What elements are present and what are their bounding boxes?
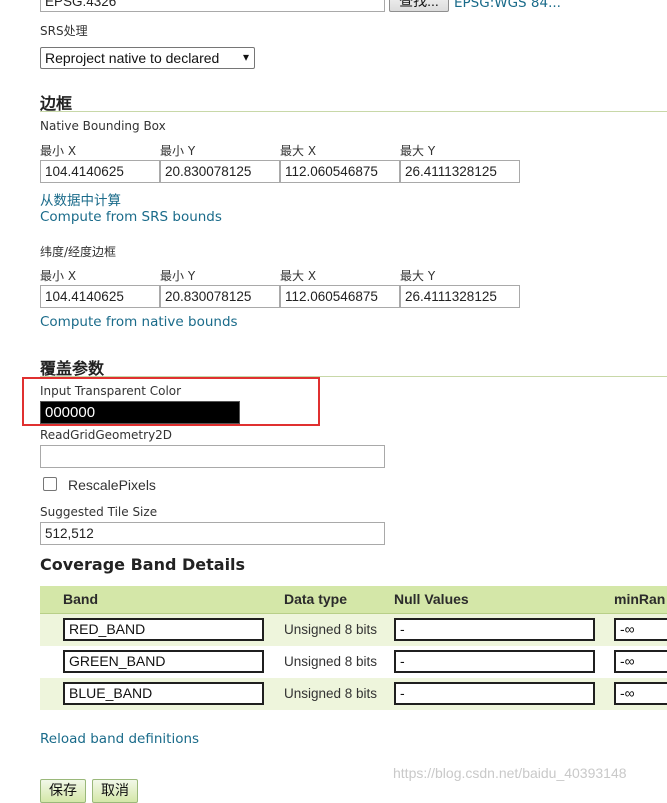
native-bbox-label: Native Bounding Box (40, 119, 166, 133)
band-name-input[interactable]: GREEN_BAND (63, 650, 264, 673)
null-values-input[interactable]: - (394, 650, 595, 673)
rescale-label: RescalePixels (68, 477, 156, 493)
native-minx-label: 最小 X (40, 144, 77, 158)
srs-handling-selected: Reproject native to declared (45, 50, 220, 66)
rescale-checkbox[interactable] (43, 477, 57, 491)
latlon-maxx-label: 最大 X (280, 269, 317, 283)
latlon-miny-input[interactable]: 20.830078125 (160, 285, 280, 308)
min-range-input[interactable]: -∞ (614, 682, 667, 705)
srs-handling-select[interactable]: Reproject native to declared ▾ (40, 47, 255, 69)
minrange-col-header: minRan (614, 591, 666, 607)
datatype-col-header: Data type (284, 591, 348, 607)
read-grid-input[interactable] (40, 445, 385, 468)
band-datatype: Unsigned 8 bits (284, 622, 378, 637)
latlon-maxx-input[interactable]: 112.060546875 (280, 285, 400, 308)
read-grid-label: ReadGridGeometry2D (40, 428, 173, 442)
save-button[interactable]: 保存 (40, 779, 86, 803)
bbox-section-divider (40, 111, 667, 112)
tile-size-input[interactable]: 512,512 (40, 522, 385, 545)
latlon-minx-label: 最小 X (40, 269, 77, 283)
bands-section-title: Coverage Band Details (40, 555, 246, 574)
native-miny-input[interactable]: 20.830078125 (160, 160, 280, 183)
bands-table-header (40, 586, 667, 614)
band-datatype: Unsigned 8 bits (284, 686, 378, 701)
nullvalues-col-header: Null Values (394, 591, 469, 607)
native-minx-input[interactable]: 104.4140625 (40, 160, 160, 183)
transparent-color-input[interactable]: 000000 (40, 401, 240, 424)
srs-handling-label: SRS处理 (40, 24, 88, 38)
transparent-color-label: Input Transparent Color (40, 384, 182, 398)
compute-from-data-link[interactable]: 从数据中计算 (40, 189, 121, 209)
tile-size-label: Suggested Tile Size (40, 505, 158, 519)
watermark-text: https://blog.csdn.net/baidu_40393148 (393, 765, 627, 781)
min-range-input[interactable]: -∞ (614, 618, 667, 641)
wgs84-link[interactable]: EPSG:WGS 84... (454, 0, 561, 11)
compute-from-srs-link[interactable]: Compute from SRS bounds (40, 209, 222, 225)
native-miny-label: 最小 Y (160, 144, 196, 158)
null-values-input[interactable]: - (394, 682, 595, 705)
latlon-maxy-label: 最大 Y (400, 269, 436, 283)
latlon-minx-input[interactable]: 104.4140625 (40, 285, 160, 308)
native-maxy-input[interactable]: 26.4111328125 (400, 160, 520, 183)
band-name-input[interactable]: BLUE_BAND (63, 682, 264, 705)
band-col-header: Band (63, 591, 98, 607)
band-datatype: Unsigned 8 bits (284, 654, 378, 669)
native-maxx-input[interactable]: 112.060546875 (280, 160, 400, 183)
native-maxy-label: 最大 Y (400, 144, 436, 158)
cancel-button[interactable]: 取消 (92, 779, 138, 803)
native-maxx-label: 最大 X (280, 144, 317, 158)
declared-srs-input[interactable]: EPSG:4326 (40, 0, 385, 12)
reload-bands-link[interactable]: Reload band definitions (40, 731, 199, 747)
latlon-bbox-label: 纬度/经度边框 (40, 245, 117, 259)
latlon-miny-label: 最小 Y (160, 269, 196, 283)
min-range-input[interactable]: -∞ (614, 650, 667, 673)
find-srs-button[interactable]: 查找... (389, 0, 449, 12)
band-name-input[interactable]: RED_BAND (63, 618, 264, 641)
chevron-down-icon: ▾ (242, 50, 249, 64)
latlon-maxy-input[interactable]: 26.4111328125 (400, 285, 520, 308)
null-values-input[interactable]: - (394, 618, 595, 641)
compute-from-native-link[interactable]: Compute from native bounds (40, 314, 238, 330)
